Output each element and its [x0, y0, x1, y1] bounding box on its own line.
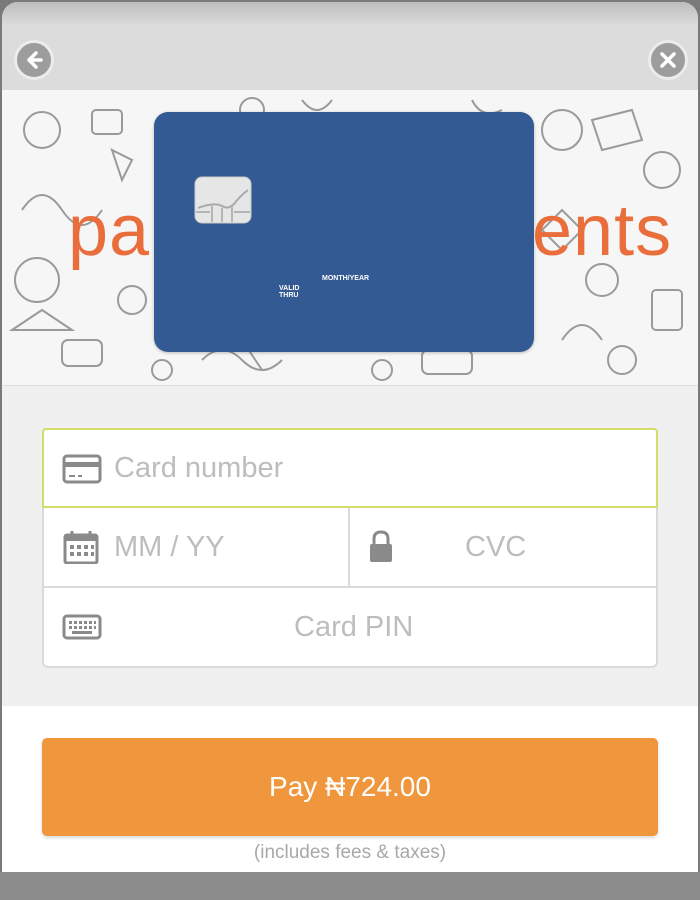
card-form: Card number MM / YY CVC Card PIN: [2, 386, 698, 706]
banner-text-left: pa: [68, 191, 151, 271]
cvc-field[interactable]: CVC: [350, 508, 658, 588]
back-button[interactable]: [14, 40, 54, 80]
expiry-placeholder: MM / YY: [114, 530, 225, 563]
pay-button[interactable]: Pay ₦724.00: [42, 738, 658, 836]
card-number-placeholder: Card number: [114, 451, 284, 484]
modal-top-edge: [2, 2, 698, 26]
card-pin-placeholder: Card PIN: [294, 610, 414, 643]
card-preview: VALID THRU MONTH/YEAR: [154, 112, 534, 352]
arrow-left-icon: [27, 51, 43, 69]
card-number-field[interactable]: Card number: [42, 428, 658, 508]
banner-text-right: ents: [532, 191, 673, 271]
credit-card-icon: [62, 454, 102, 484]
close-button[interactable]: [648, 40, 688, 80]
valid-thru-label: VALID THRU: [279, 285, 300, 299]
payment-modal: pa ents VALID THRU MONTH/YEAR Card numbe…: [2, 2, 698, 900]
fees-note: (includes fees & taxes): [253, 842, 447, 863]
card-pin-field[interactable]: Card PIN: [42, 588, 658, 668]
calendar-icon: [63, 531, 99, 564]
lock-icon: [370, 530, 392, 562]
expiry-format-label: MONTH/YEAR: [322, 275, 370, 282]
keyboard-icon: [62, 614, 102, 640]
cvc-placeholder: CVC: [465, 530, 527, 563]
bottom-backdrop: [0, 872, 700, 900]
modal-header: [2, 26, 698, 90]
chip-icon: [194, 176, 252, 224]
expiry-field[interactable]: MM / YY: [42, 508, 350, 588]
close-icon: [660, 52, 676, 68]
